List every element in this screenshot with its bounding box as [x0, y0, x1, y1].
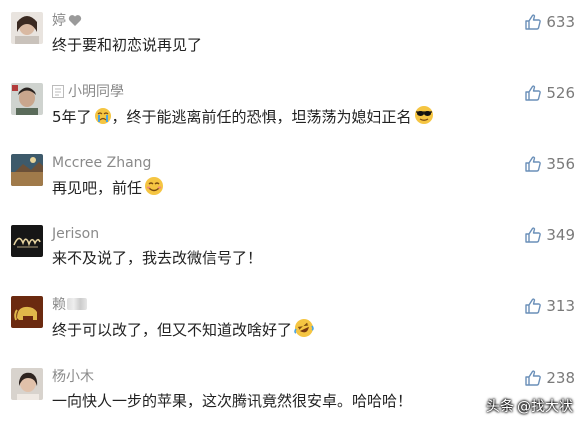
avatar[interactable]	[11, 296, 43, 328]
like-button[interactable]: 238	[524, 368, 575, 388]
thumbs-up-icon	[524, 226, 542, 244]
like-button[interactable]: 349	[524, 225, 575, 245]
username[interactable]: Jerison	[52, 225, 99, 243]
thumbs-up-icon	[524, 297, 542, 315]
comment-text: 再见吧，前任	[52, 176, 164, 198]
comment-item: 婷 终于要和初恋说再见了 633	[0, 12, 585, 82]
username[interactable]: 小明同學	[52, 83, 124, 101]
avatar[interactable]	[11, 368, 43, 400]
avatar[interactable]	[11, 154, 43, 186]
heart-icon	[68, 14, 82, 32]
like-count: 633	[546, 13, 575, 31]
comment-text: 来不及说了，我去改微信号了！	[52, 249, 263, 267]
like-count: 313	[546, 297, 575, 315]
badge-icon	[52, 85, 64, 103]
watermark-handle: @找大状	[517, 399, 573, 415]
comment-item: 赖 终于可以改了，但又不知道改啥好了 313	[0, 296, 585, 366]
like-button[interactable]: 526	[524, 83, 575, 103]
blurred-name	[67, 298, 87, 310]
smile-emoji	[144, 176, 164, 196]
comment-text: 一向快人一步的苹果，这次腾讯竟然很安卓。哈哈哈！	[52, 392, 413, 410]
avatar[interactable]	[11, 83, 43, 115]
laugh-cry-emoji	[294, 318, 314, 338]
avatar[interactable]	[11, 225, 43, 257]
like-button[interactable]: 356	[524, 154, 575, 174]
comment-item: Jerison 来不及说了，我去改微信号了！ 349	[0, 225, 585, 295]
like-count: 349	[546, 226, 575, 244]
comment-text: 终于要和初恋说再见了	[52, 36, 203, 54]
like-button[interactable]: 313	[524, 296, 575, 316]
like-button[interactable]: 633	[524, 12, 575, 32]
sunglasses-emoji	[414, 105, 434, 125]
watermark: 头条 @找大状	[486, 396, 573, 416]
username[interactable]: 赖	[52, 296, 87, 314]
username[interactable]: 婷	[52, 12, 82, 30]
username[interactable]: 杨小木	[52, 368, 94, 386]
comment-text: 终于可以改了，但又不知道改啥好了	[52, 318, 314, 340]
thumbs-up-icon	[524, 369, 542, 387]
avatar[interactable]	[11, 12, 43, 44]
thumbs-up-icon	[524, 155, 542, 173]
crying-emoji	[94, 107, 112, 125]
like-count: 238	[546, 369, 575, 387]
like-count: 356	[546, 155, 575, 173]
comment-item: Mccree Zhang 再见吧，前任 356	[0, 154, 585, 224]
username[interactable]: Mccree Zhang	[52, 154, 151, 172]
like-count: 526	[546, 84, 575, 102]
watermark-prefix: 头条	[486, 399, 514, 415]
thumbs-up-icon	[524, 13, 542, 31]
thumbs-up-icon	[524, 84, 542, 102]
comment-item: 小明同學 5年了 ，终于能逃离前任的恐惧，坦荡荡为媳妇正名 526	[0, 83, 585, 153]
comment-text: 5年了 ，终于能逃离前任的恐惧，坦荡荡为媳妇正名	[52, 105, 434, 127]
